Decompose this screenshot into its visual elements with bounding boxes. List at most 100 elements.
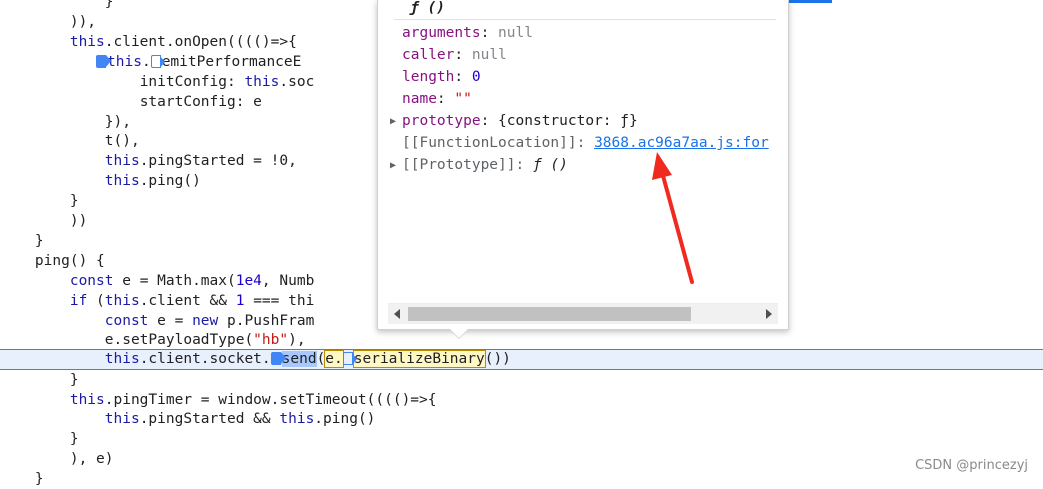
scroll-left-icon[interactable] (394, 309, 400, 319)
code-token: )) (69, 213, 88, 229)
property-name: length (402, 69, 455, 85)
property-row[interactable]: ▶ [[Prototype]]: ƒ () (390, 154, 568, 176)
code-token: this (104, 411, 140, 427)
code-token: .client.socket. (139, 351, 271, 367)
code-token: e = Math.max( (113, 273, 236, 289)
code-token: } (34, 233, 44, 249)
code-token: this (104, 153, 140, 169)
watermark: CSDN @princezyj (915, 458, 1028, 473)
property-row: [[FunctionLocation]]: 3868.ac96a7aa.js:f… (390, 132, 769, 154)
code-token: ( (87, 293, 105, 309)
code-line[interactable]: this.pingStarted && this.ping() (0, 409, 1043, 429)
code-token: ping() { (34, 253, 105, 269)
code-token: ), e) (69, 451, 114, 467)
code-line[interactable]: } (0, 469, 1043, 489)
inline-breakpoint-icon[interactable] (270, 352, 286, 365)
code-token: initConfig: (139, 74, 245, 90)
code-token: this (104, 173, 140, 189)
code-token: e.setPayloadType( (104, 332, 254, 348)
code-token: this (279, 411, 315, 427)
code-token: "hb" (253, 332, 289, 348)
code-token: .pingStarted = !0, (139, 153, 297, 169)
code-line[interactable]: } (0, 370, 1043, 390)
code-token: .soc (279, 74, 315, 90)
code-token: ), (288, 332, 306, 348)
property-name: name (402, 91, 437, 107)
code-token: this (107, 54, 142, 70)
code-token: } (69, 193, 79, 209)
scrollbar-thumb[interactable] (408, 307, 691, 321)
popover-divider (394, 19, 776, 20)
horizontal-scrollbar[interactable] (388, 303, 778, 324)
code-line[interactable]: } (0, 429, 1043, 449)
property-separator: : (454, 69, 472, 85)
code-line[interactable]: this.pingTimer = window.setTimeout(((()=… (0, 390, 1043, 410)
code-line[interactable]: e.setPayloadType("hb"), (0, 330, 1043, 350)
code-token: t(), (104, 133, 140, 149)
property-row: arguments: null (390, 22, 533, 44)
code-line[interactable]: ), e) (0, 449, 1043, 469)
property-row: length: 0 (390, 66, 481, 88)
property-name: prototype (402, 113, 481, 129)
code-token: this (69, 392, 105, 408)
code-token: .client.onOpen(((()=>{ (104, 34, 297, 50)
code-token: this (104, 293, 140, 309)
code-token: this (69, 34, 105, 50)
code-token: emitPerformanceE (161, 54, 302, 70)
property-separator: : (480, 25, 499, 41)
property-row: name: "" (390, 88, 472, 110)
code-token: } (69, 431, 79, 447)
code-token: ()) (484, 351, 511, 367)
code-token: .pingTimer = window.setTimeout(((()=>{ (104, 392, 437, 408)
code-token: e. (324, 350, 344, 368)
property-name: caller (402, 47, 455, 63)
code-token: send (281, 351, 317, 367)
property-value: null (498, 25, 533, 41)
code-token: .pingStarted && (139, 411, 280, 427)
code-token: .ping() (139, 173, 201, 189)
code-token: startConfig: e (139, 94, 262, 110)
property-value: "" (454, 91, 472, 107)
code-token: p.PushFram (218, 313, 315, 329)
expand-triangle-icon[interactable]: ▶ (390, 155, 402, 177)
inline-breakpoint-icon[interactable] (342, 352, 357, 365)
code-token: )), (69, 14, 97, 30)
inline-breakpoint-icon[interactable] (96, 55, 112, 68)
code-token: serializeBinary (352, 350, 486, 368)
property-row[interactable]: ▶ prototype: {constructor: ƒ} (390, 110, 638, 132)
property-separator: : (436, 91, 455, 107)
property-value: null (471, 47, 507, 63)
code-token: ( (316, 351, 326, 367)
code-token: 1e4 (235, 273, 262, 289)
property-separator: : (454, 47, 472, 63)
code-token: } (69, 372, 79, 388)
property-name: [[Prototype]] (402, 157, 516, 173)
inline-breakpoint-icon[interactable] (150, 55, 165, 68)
function-location-link[interactable]: 3868.ac96a7aa.js:for (594, 135, 769, 151)
property-separator: : (515, 157, 533, 173)
property-separator: : (480, 113, 499, 129)
scroll-right-icon[interactable] (766, 309, 772, 319)
property-value: {constructor: ƒ} (498, 113, 638, 129)
function-preview-popover: ƒ () arguments: null caller: null length: … (377, 0, 789, 338)
property-value: ƒ () (532, 157, 568, 173)
popover-pointer (450, 329, 468, 338)
current-execution-line[interactable]: this.client.socket. send(e. serializeBinar… (0, 349, 1043, 370)
expand-triangle-icon[interactable]: ▶ (390, 111, 402, 133)
popover-title: ƒ () (410, 0, 445, 16)
code-token: .ping() (314, 411, 376, 427)
